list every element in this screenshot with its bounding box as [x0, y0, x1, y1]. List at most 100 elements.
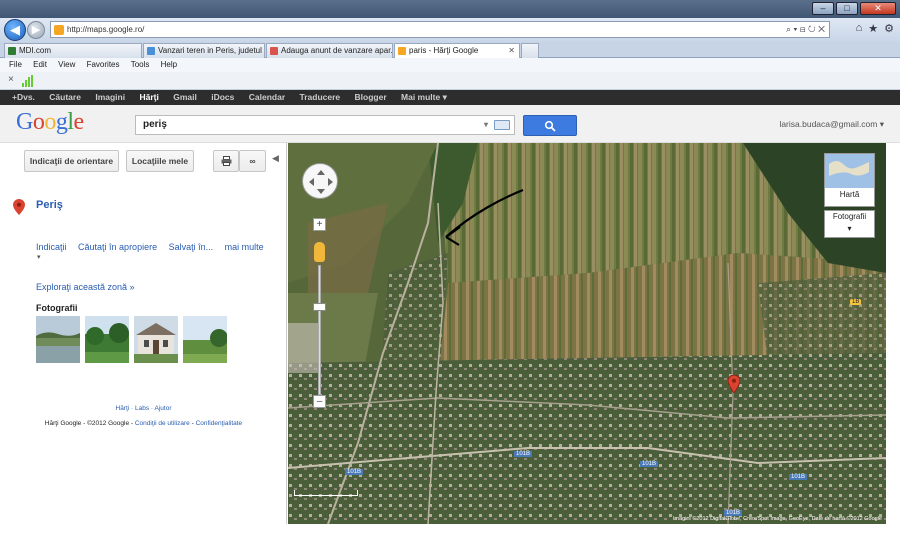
road-label: 101B	[640, 461, 659, 467]
collapse-panel-icon[interactable]: ◀	[272, 153, 279, 164]
directions-button[interactable]: Indicaţii de orientare	[24, 150, 119, 172]
gbar-gmail[interactable]: Gmail	[173, 92, 197, 102]
map-type-label: Hartă	[839, 190, 860, 199]
zoom-slider-handle[interactable]	[313, 303, 326, 311]
chevron-down-icon[interactable]: ▾	[484, 116, 488, 134]
site-favicon-icon	[54, 25, 64, 35]
minimize-button[interactable]: –	[812, 2, 834, 15]
map-copyright: Imagini ©2012 DigitalGlobe, Cnes/Spot Im…	[673, 516, 882, 522]
photos-heading: Fotografii	[36, 303, 78, 313]
road-shield: 1B	[850, 299, 862, 305]
address-tools-icons[interactable]: ⌕ ▾ ⊟ ↻ ✕	[786, 22, 825, 37]
close-tab-icon[interactable]: ✕	[508, 44, 515, 58]
place-marker-icon	[13, 199, 25, 215]
logo-letter: G	[16, 109, 33, 135]
pan-arrows-icon	[309, 170, 333, 194]
search-icon	[544, 120, 556, 132]
satellite-map[interactable]: + – Hartă Fotografii ▾ 1B 101B 101B 101B …	[288, 143, 886, 524]
search-value: periş	[143, 119, 167, 130]
tab-label: MDI.com	[19, 46, 51, 55]
google-bar: +Dvs. Căutare Imagini Hărţi Gmail iDocs …	[0, 90, 900, 105]
maximize-button[interactable]: □	[836, 2, 858, 15]
page-bottom	[0, 524, 900, 534]
close-window-button[interactable]: ✕	[860, 2, 896, 15]
gbar-plus-you[interactable]: +Dvs.	[12, 92, 35, 102]
url-text: http://maps.google.ro/	[67, 25, 145, 34]
directions-link[interactable]: Indicaţii	[36, 242, 67, 252]
link-icon: ∞	[249, 156, 256, 166]
gbar-docs[interactable]: iDocs	[211, 92, 234, 102]
map-type-button[interactable]: Hartă	[824, 153, 875, 207]
gear-icon[interactable]: ⚙	[884, 22, 894, 35]
printer-icon	[221, 156, 231, 166]
browser-toolbar-icons: ⌂ ★ ⚙	[856, 22, 894, 35]
explore-area-link[interactable]: Exploraţi această zonă »	[36, 282, 135, 292]
gbar-more[interactable]: Mai multe ▾	[401, 92, 447, 102]
photo-thumbnail[interactable]	[85, 316, 129, 363]
new-tab-button[interactable]	[521, 43, 539, 58]
print-button[interactable]	[213, 150, 239, 172]
search-nearby-link[interactable]: Căutaţi în apropiere	[78, 242, 157, 252]
footer-links[interactable]: Hărţi · Labs · Ajutor	[0, 405, 287, 412]
chevron-down-icon: ▾	[847, 224, 852, 233]
zoom-out-button[interactable]: –	[313, 395, 326, 408]
link-button[interactable]: ∞	[239, 150, 266, 172]
photo-thumbnail[interactable]	[183, 316, 227, 363]
google-logo[interactable]: Google	[16, 109, 84, 136]
menu-file[interactable]: File	[9, 60, 22, 69]
zoom-slider-track[interactable]	[318, 265, 321, 395]
menu-tools[interactable]: Tools	[131, 60, 150, 69]
menu-edit[interactable]: Edit	[33, 60, 47, 69]
menu-favorites[interactable]: Favorites	[87, 60, 120, 69]
tab-favicon-icon	[270, 47, 278, 55]
my-places-button[interactable]: Locaţiile mele	[126, 150, 194, 172]
tab-google-maps[interactable]: paris - Hărţi Google ✕	[394, 43, 520, 58]
place-title[interactable]: Periş	[36, 199, 63, 211]
search-header: Google periş ▾ larisa.budaca@gmail.com ▾	[0, 105, 900, 143]
back-button[interactable]: ◀	[4, 19, 26, 41]
keyboard-icon[interactable]	[494, 120, 510, 130]
save-to-link[interactable]: Salvaţi în...	[169, 242, 214, 252]
menu-view[interactable]: View	[58, 60, 75, 69]
home-icon[interactable]: ⌂	[856, 22, 863, 35]
logo-letter: e	[73, 109, 85, 135]
more-link[interactable]: mai multe	[225, 242, 264, 252]
zoom-in-button[interactable]: +	[313, 218, 326, 231]
photo-thumbnail[interactable]	[134, 316, 178, 363]
privacy-link[interactable]: Confidenţialitate	[196, 420, 243, 427]
map-marker-icon[interactable]	[727, 374, 741, 395]
chevron-down-icon[interactable]: ▾	[37, 253, 41, 261]
gbar-translate[interactable]: Traducere	[300, 92, 341, 102]
forward-button[interactable]: ▶	[27, 21, 45, 39]
gbar-maps[interactable]: Hărţi	[139, 92, 158, 102]
close-icon[interactable]: ×	[8, 74, 14, 85]
tab-label: paris - Hărţi Google	[409, 46, 479, 55]
photo-thumbnail[interactable]	[36, 316, 80, 363]
pan-control[interactable]	[302, 163, 338, 199]
gbar-images[interactable]: Imagini	[95, 92, 125, 102]
pegman-icon[interactable]	[314, 242, 325, 262]
favorites-star-icon[interactable]: ★	[868, 22, 878, 35]
tab-favicon-icon	[8, 47, 16, 55]
road-label: 101B	[345, 469, 364, 475]
search-input[interactable]: periş ▾	[135, 115, 515, 135]
gbar-search[interactable]: Căutare	[49, 92, 81, 102]
gbar-calendar[interactable]: Calendar	[249, 92, 285, 102]
photos-layer-button[interactable]: Fotografii ▾	[824, 210, 875, 238]
menu-help[interactable]: Help	[161, 60, 177, 69]
copyright-text: Hărţi Google - ©2012 Google -	[44, 420, 135, 427]
tab-adauga[interactable]: Adauga anunt de vanzare apar...	[266, 43, 393, 58]
tab-mdi[interactable]: MDI.com	[4, 43, 142, 58]
terms-link[interactable]: Condiţii de utilizare	[135, 420, 190, 427]
address-bar[interactable]: http://maps.google.ro/ ⌕ ▾ ⊟ ↻ ✕	[50, 21, 830, 38]
favorites-bar: ×	[0, 72, 900, 90]
search-button[interactable]	[523, 115, 577, 136]
satellite-imagery[interactable]	[288, 143, 886, 524]
account-menu[interactable]: larisa.budaca@gmail.com ▾	[779, 119, 884, 130]
tab-vanzari[interactable]: Vanzari teren in Peris, judetul I...	[143, 43, 265, 58]
tab-favicon-icon	[147, 47, 155, 55]
address-row: ◀ ▶ http://maps.google.ro/ ⌕ ▾ ⊟ ↻ ✕ ⌂ ★…	[0, 18, 900, 42]
road-label: 101B	[789, 474, 808, 480]
gbar-blogger[interactable]: Blogger	[355, 92, 387, 102]
photos-layer-label: Fotografii	[832, 212, 867, 221]
